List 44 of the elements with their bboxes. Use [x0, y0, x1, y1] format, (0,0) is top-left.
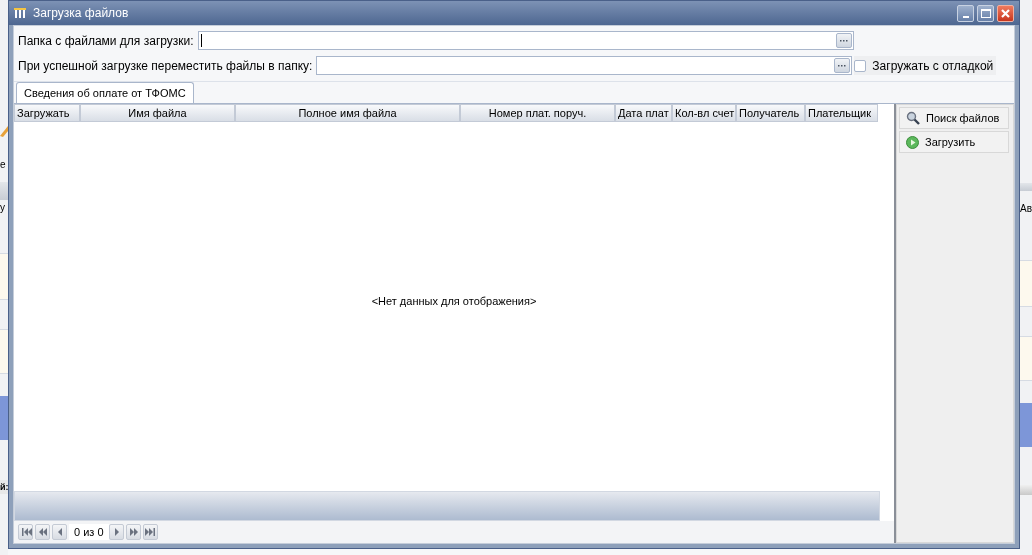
ellipsis-icon [838, 64, 847, 67]
next-pages-button[interactable] [125, 524, 141, 540]
maximize-icon [980, 8, 991, 18]
background-text: й: [0, 480, 8, 494]
column-header[interactable]: Полное имя файла [235, 104, 460, 122]
background-text: у [0, 201, 6, 215]
column-header[interactable]: Номер плат. поруч. [460, 104, 615, 122]
previous-button[interactable] [52, 524, 67, 540]
close-button[interactable] [997, 4, 1014, 22]
background-header [1020, 183, 1032, 191]
tab[interactable]: Сведения об оплате от ТФОМС [16, 82, 194, 103]
column-header[interactable]: Имя файла [80, 104, 235, 122]
first-page-button[interactable] [18, 524, 33, 540]
maximize-button[interactable] [977, 4, 994, 22]
path-field[interactable] [197, 31, 854, 50]
last-page-button[interactable] [142, 524, 158, 540]
debug-checkbox[interactable]: Загружать с отладкой [854, 56, 997, 75]
field-label: При успешной загрузке переместить файлы в папку: [18, 57, 313, 75]
close-icon [1000, 7, 1011, 19]
empty-message: <Нет данных для отображения> [371, 294, 537, 310]
column-header[interactable]: Дата плат [615, 104, 672, 122]
search-files-button[interactable]: Поиск файлов [899, 107, 1009, 129]
skip-back-icon [19, 525, 32, 539]
field-label: Папка с файлами для загрузки: [18, 32, 194, 50]
background-text: Ав [1020, 202, 1032, 216]
app-icon [14, 7, 26, 19]
browse-button[interactable] [834, 58, 851, 73]
upload-button[interactable]: Загрузить [899, 131, 1009, 153]
ellipsis-icon [839, 39, 848, 42]
previous-pages-button[interactable] [35, 524, 50, 540]
play-icon [906, 135, 919, 149]
minimize-button[interactable] [957, 4, 974, 22]
column-header[interactable]: Кол-вл счет [672, 104, 736, 122]
column-header[interactable]: Загружать [14, 104, 80, 122]
skip-forward-icon [143, 525, 157, 539]
column-header[interactable]: Плательщик [805, 104, 878, 122]
background-text: е [0, 158, 7, 172]
path-field[interactable] [316, 56, 853, 75]
background-header [1020, 485, 1032, 495]
column-header[interactable]: Получатель [736, 104, 805, 122]
window-title: Загрузка файлов [33, 5, 129, 22]
minimize-icon [962, 15, 969, 18]
page-counter: 0 из 0 [69, 524, 109, 540]
search-icon [906, 111, 920, 125]
